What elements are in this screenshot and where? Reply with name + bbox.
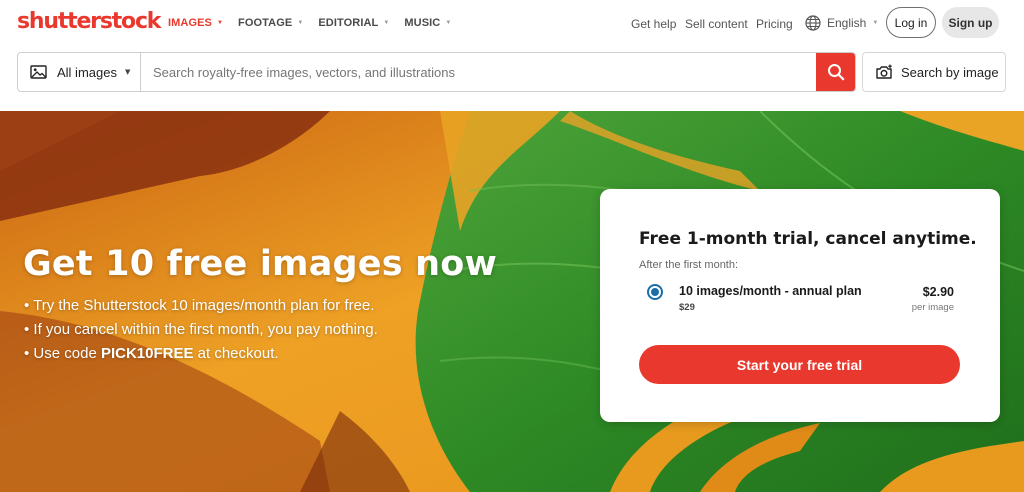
pricing-link[interactable]: Pricing <box>756 17 793 31</box>
chevron-down-icon: ▼ <box>124 68 131 76</box>
globe-icon <box>805 15 821 31</box>
search-button[interactable] <box>816 53 855 91</box>
start-free-trial-button[interactable]: Start your free trial <box>639 345 960 384</box>
nav-editorial[interactable]: EDITORIAL ▼ <box>318 17 389 29</box>
search-scope-label: All images <box>57 64 117 80</box>
trial-card-title: Free 1-month trial, cancel anytime. <box>639 229 977 249</box>
plan-name: 10 images/month - annual plan <box>679 284 862 298</box>
nav-images-label: IMAGES <box>168 17 212 29</box>
hero-bullet-text: • Use code <box>24 345 101 362</box>
plan-radio-button[interactable] <box>647 284 663 300</box>
nav-music-label: MUSIC <box>404 17 441 29</box>
nav-footage-label: FOOTAGE <box>238 17 293 29</box>
search-by-image-button[interactable]: Search by image <box>862 52 1006 92</box>
sell-content-link[interactable]: Sell content <box>685 17 748 31</box>
hero-bullet-suffix: at checkout. <box>193 345 279 362</box>
hero-bullet: • Use code PICK10FREE at checkout. <box>24 342 378 366</box>
free-trial-card: Free 1-month trial, cancel anytime. Afte… <box>600 189 1000 422</box>
chevron-down-icon: ▼ <box>297 20 304 26</box>
get-help-link[interactable]: Get help <box>631 17 676 31</box>
search-bar: All images ▼ <box>17 52 856 92</box>
promo-code: PICK10FREE <box>100 345 194 362</box>
chevron-down-icon: ▼ <box>217 20 224 26</box>
signup-button[interactable]: Sign up <box>942 7 999 38</box>
search-icon <box>827 64 844 81</box>
search-input[interactable] <box>141 53 816 91</box>
hero-bullet: • Try the Shutterstock 10 images/month p… <box>24 297 375 314</box>
hero-title: Get 10 free images now <box>23 244 498 284</box>
chevron-down-icon: ▼ <box>383 20 390 26</box>
camera-icon <box>876 64 892 79</box>
search-by-image-label: Search by image <box>901 64 999 80</box>
chevron-down-icon: ▼ <box>872 20 879 26</box>
shutterstock-logo[interactable]: shutterstock <box>17 9 161 34</box>
top-navigation: shutterstock IMAGES ▼ FOOTAGE ▼ EDITORIAL ▼… <box>0 0 1024 48</box>
language-selector[interactable]: English ▼ <box>805 15 878 31</box>
nav-images[interactable]: IMAGES ▼ <box>168 17 223 29</box>
plan-price-per-image: $2.90 <box>922 285 954 299</box>
nav-footage[interactable]: FOOTAGE ▼ <box>238 17 303 29</box>
login-button[interactable]: Log in <box>886 7 936 38</box>
search-scope-dropdown[interactable]: All images ▼ <box>18 53 141 91</box>
plan-price-unit: per image <box>911 302 954 313</box>
language-label: English <box>827 16 867 30</box>
main-nav: IMAGES ▼ FOOTAGE ▼ EDITORIAL ▼ MUSIC ▼ <box>168 17 466 29</box>
chevron-down-icon: ▼ <box>445 20 452 26</box>
image-icon <box>30 65 47 79</box>
hero-bullet-list: • Try the Shutterstock 10 images/month p… <box>24 294 378 366</box>
hero-bullet: • If you cancel within the first month, … <box>24 321 378 338</box>
nav-editorial-label: EDITORIAL <box>318 17 379 29</box>
nav-music[interactable]: MUSIC ▼ <box>404 17 451 29</box>
trial-card-subtitle: After the first month: <box>639 259 739 271</box>
plan-monthly-price: $29 <box>679 302 695 313</box>
